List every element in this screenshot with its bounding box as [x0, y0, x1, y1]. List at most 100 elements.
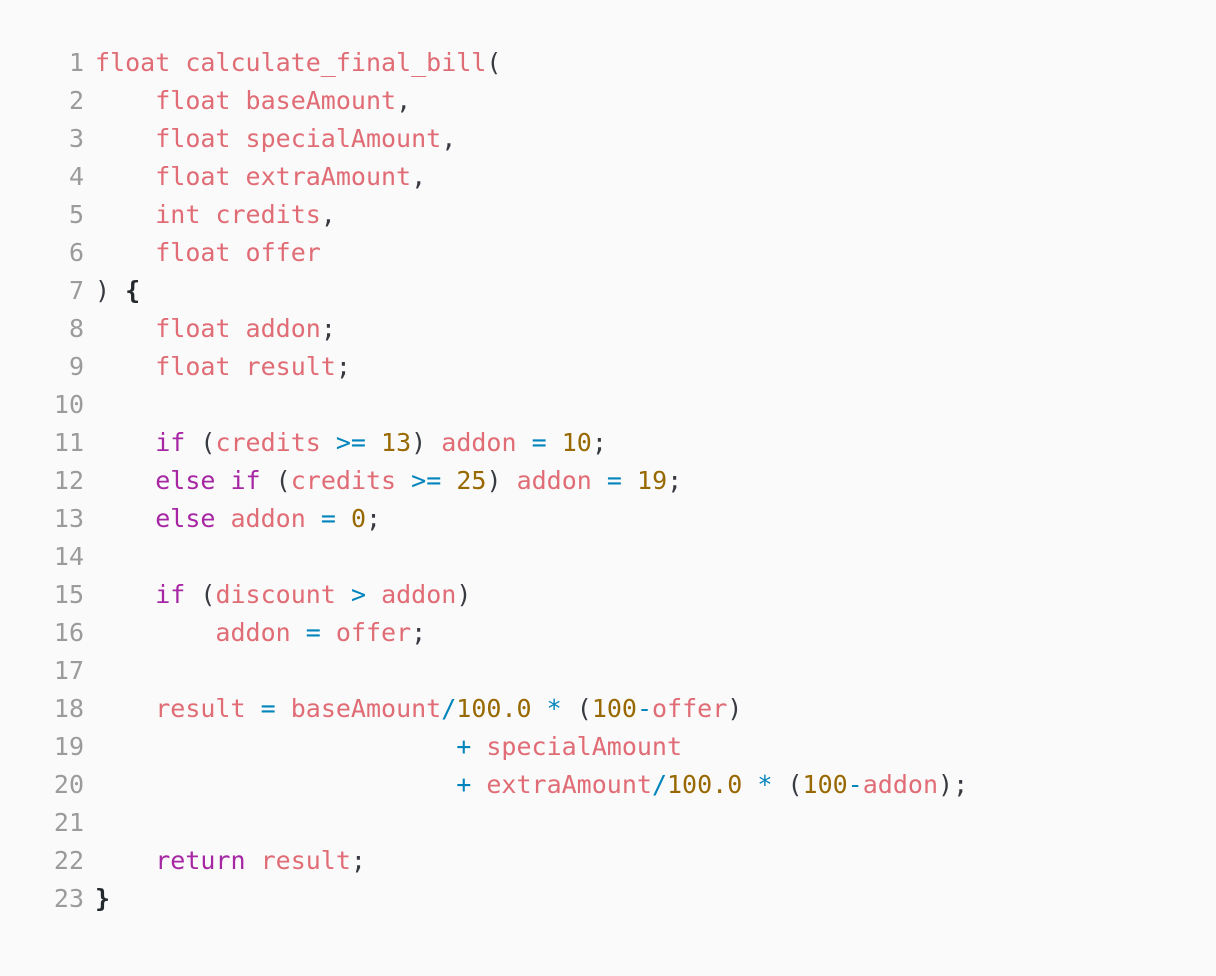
code-line-content[interactable]: if (discount > addon) [84, 576, 471, 614]
code-line-content[interactable]: if (credits >= 13) addon = 10; [84, 424, 607, 462]
code-line[interactable]: 4 float extraAmount, [0, 158, 1216, 196]
code-token: ) [411, 428, 427, 457]
line-number: 13 [53, 504, 84, 533]
code-token: * [757, 770, 773, 799]
code-line[interactable]: 22 return result; [0, 842, 1216, 880]
code-line-content[interactable]: + specialAmount [84, 728, 682, 766]
code-line-content[interactable]: addon = offer; [84, 614, 426, 652]
code-token: + [456, 732, 472, 761]
code-line[interactable]: 8 float addon; [0, 310, 1216, 348]
code-line[interactable]: 9 float result; [0, 348, 1216, 386]
code-line-content[interactable]: int credits, [84, 196, 336, 234]
code-token: float [155, 124, 231, 153]
code-line[interactable]: 17 [0, 652, 1216, 690]
code-token: else [155, 504, 216, 533]
code-token: addon [245, 314, 321, 343]
code-line-content[interactable]: else if (credits >= 25) addon = 19; [84, 462, 682, 500]
line-number: 1 [68, 48, 84, 77]
code-token: 10 [561, 428, 592, 457]
code-token: return [155, 846, 246, 875]
code-line[interactable]: 6 float offer [0, 234, 1216, 272]
code-token: , [441, 124, 457, 153]
code-line-content[interactable]: float calculate_final_bill( [84, 44, 501, 82]
line-number: 22 [53, 846, 84, 875]
code-line[interactable]: 3 float specialAmount, [0, 120, 1216, 158]
code-line[interactable]: 11 if (credits >= 13) addon = 10; [0, 424, 1216, 462]
code-token: result [245, 352, 336, 381]
code-line[interactable]: 14 [0, 538, 1216, 576]
code-token: baseAmount [245, 86, 397, 115]
code-token: float [155, 314, 231, 343]
code-editor-viewport[interactable]: 1 float calculate_final_bill(2 float base… [0, 0, 1216, 918]
code-token: ; [335, 352, 351, 381]
code-line[interactable]: 10 [0, 386, 1216, 424]
code-line-content[interactable]: else addon = 0; [84, 500, 381, 538]
code-token: float [155, 352, 231, 381]
code-line[interactable]: 2 float baseAmount, [0, 82, 1216, 120]
code-line[interactable]: 7) { [0, 272, 1216, 310]
code-token: addon [215, 618, 291, 647]
code-line[interactable]: 19 + specialAmount [0, 728, 1216, 766]
line-number: 21 [53, 808, 84, 837]
line-number: 14 [53, 542, 84, 571]
code-line-content[interactable]: float offer [84, 234, 321, 272]
line-number: 19 [53, 732, 84, 761]
code-line[interactable]: 5 int credits, [0, 196, 1216, 234]
code-token: baseAmount [290, 694, 442, 723]
code-token: offer [245, 238, 321, 267]
code-line[interactable]: 23} [0, 880, 1216, 918]
code-token: 19 [637, 466, 668, 495]
code-token: { [125, 276, 141, 305]
code-line-content[interactable]: float specialAmount, [84, 120, 456, 158]
code-line-content[interactable]: float baseAmount, [84, 82, 411, 120]
code-line[interactable]: 13 else addon = 0; [0, 500, 1216, 538]
code-line-content[interactable]: float extraAmount, [84, 158, 426, 196]
code-line[interactable]: 18 result = baseAmount/100.0 * (100-offe… [0, 690, 1216, 728]
code-line[interactable]: 15 if (discount > addon) [0, 576, 1216, 614]
code-token: discount [215, 580, 336, 609]
line-number: 17 [53, 656, 84, 685]
code-token: - [636, 694, 653, 723]
code-line[interactable]: 1 float calculate_final_bill( [0, 44, 1216, 82]
code-line-content[interactable]: return result; [84, 842, 366, 880]
code-line-content[interactable]: float result; [84, 348, 351, 386]
code-line-content[interactable]: float addon; [84, 310, 336, 348]
code-token: + [456, 770, 472, 799]
code-line[interactable]: 20 + extraAmount/100.0 * (100-addon); [0, 766, 1216, 804]
code-line-content[interactable]: ) { [84, 272, 140, 310]
code-line[interactable]: 12 else if (credits >= 25) addon = 19; [0, 462, 1216, 500]
code-line-content[interactable]: result = baseAmount/100.0 * (100-offer) [84, 690, 742, 728]
code-line[interactable]: 16 addon = offer; [0, 614, 1216, 652]
code-token: ; [366, 504, 382, 533]
code-token: if [230, 466, 261, 495]
code-token: addon [441, 428, 517, 457]
code-line-content[interactable]: } [84, 880, 110, 918]
line-number: 5 [68, 200, 84, 229]
code-line[interactable]: 21 [0, 804, 1216, 842]
code-line-content[interactable]: + extraAmount/100.0 * (100-addon); [84, 766, 968, 804]
